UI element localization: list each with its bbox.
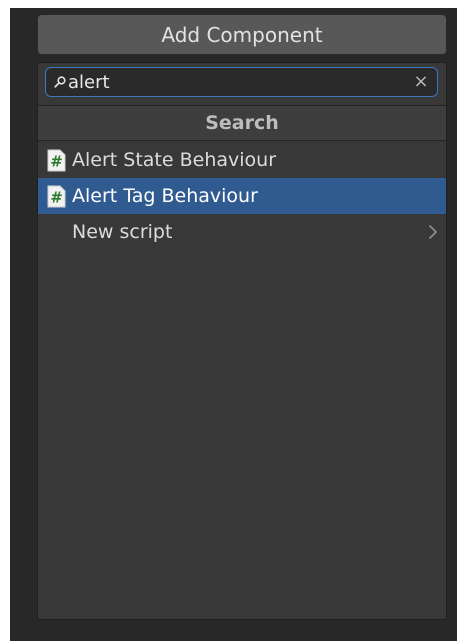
search-field[interactable]: × (45, 67, 438, 97)
new-script-label: New script (72, 221, 173, 243)
section-header: Search (38, 105, 446, 141)
search-icon (54, 76, 66, 88)
new-script-item[interactable]: New script (38, 214, 446, 250)
section-title: Search (205, 112, 279, 134)
csharp-script-icon: # (47, 185, 66, 207)
list-item-alert-state-behaviour[interactable]: # Alert State Behaviour (38, 142, 446, 178)
list-item-alert-tag-behaviour[interactable]: # Alert Tag Behaviour (38, 178, 446, 214)
csharp-script-icon: # (47, 149, 66, 171)
list-item-label: Alert State Behaviour (72, 149, 277, 171)
clear-search-icon[interactable]: × (413, 71, 429, 93)
chevron-right-icon (429, 225, 437, 239)
search-input[interactable] (68, 71, 398, 93)
add-component-label: Add Component (161, 22, 323, 47)
svg-text:#: # (50, 152, 63, 170)
add-component-button[interactable]: Add Component (38, 15, 446, 55)
svg-text:#: # (50, 188, 63, 206)
list-item-label: Alert Tag Behaviour (72, 185, 258, 207)
component-search-panel: × Search # Alert State Behaviour # Alert… (37, 62, 447, 620)
